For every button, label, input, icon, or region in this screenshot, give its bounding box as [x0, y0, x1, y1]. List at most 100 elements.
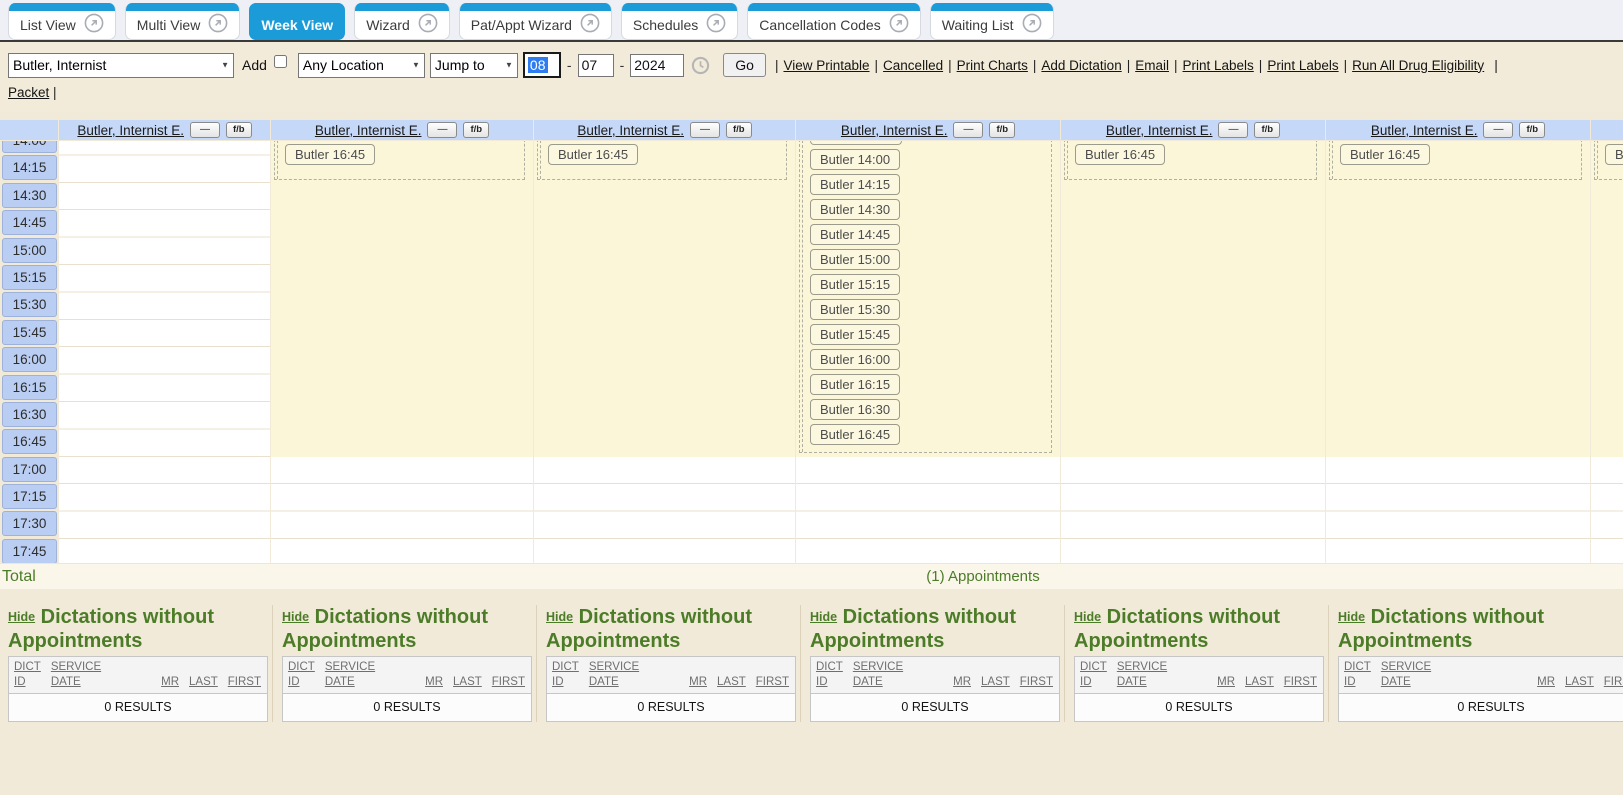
location-select[interactable]: Any Location: [298, 53, 425, 78]
time-slot-cell[interactable]: 14:30: [2, 183, 57, 208]
sort-mr-link[interactable]: MR: [1537, 675, 1555, 690]
add-checkbox[interactable]: [274, 55, 287, 68]
sort-first-link[interactable]: FIRST: [492, 675, 525, 690]
sort-first-link[interactable]: FIRST: [1284, 675, 1317, 690]
fb-button[interactable]: f/b: [463, 122, 489, 138]
sort-id-link[interactable]: ID: [1080, 675, 1107, 690]
time-slot-cell[interactable]: 14:00: [2, 141, 57, 153]
fb-button[interactable]: f/b: [226, 122, 252, 138]
fb-button[interactable]: f/b: [1254, 122, 1280, 138]
sort-id-link[interactable]: ID: [1344, 675, 1371, 690]
minimize-column-button[interactable]: —: [1218, 122, 1248, 138]
toolbar-link[interactable]: Print Labels: [1183, 58, 1254, 73]
sort-service-link[interactable]: SERVICE: [853, 660, 903, 675]
hide-link[interactable]: Hide: [282, 610, 309, 624]
time-slot-cell[interactable]: 16:15: [2, 375, 57, 400]
open-in-new-icon[interactable]: [889, 13, 909, 38]
clipped-slot-button[interactable]: [810, 141, 902, 145]
fb-button[interactable]: f/b: [1519, 122, 1545, 138]
go-button[interactable]: Go: [723, 53, 766, 77]
sort-service-link[interactable]: SERVICE: [1117, 660, 1167, 675]
sort-last-link[interactable]: LAST: [453, 675, 482, 690]
nav-tab[interactable]: Week View: [249, 3, 345, 40]
time-slot-cell[interactable]: 15:00: [2, 238, 57, 263]
sort-date-link[interactable]: DATE: [1117, 675, 1167, 690]
sort-date-link[interactable]: DATE: [853, 675, 903, 690]
nav-tab[interactable]: Multi View: [125, 3, 241, 40]
sort-mr-link[interactable]: MR: [161, 675, 179, 690]
appointment-slot-button[interactable]: Butler 14:45: [810, 224, 900, 245]
time-slot-cell[interactable]: 14:45: [2, 210, 57, 235]
sort-last-link[interactable]: LAST: [717, 675, 746, 690]
packet-link[interactable]: Packet: [8, 85, 49, 100]
sort-dict-link[interactable]: DICT: [552, 660, 579, 675]
provider-header-link[interactable]: Butler, Internist E.: [577, 123, 684, 138]
sort-date-link[interactable]: DATE: [1381, 675, 1431, 690]
clock-icon[interactable]: [689, 56, 712, 75]
sort-service-link[interactable]: SERVICE: [325, 660, 375, 675]
appointment-slot-button[interactable]: Butler 16:30: [810, 399, 900, 420]
appointment-slot-button[interactable]: Butler 16:45: [810, 424, 900, 445]
time-slot-cell[interactable]: 16:45: [2, 429, 57, 454]
toolbar-link[interactable]: Add Dictation: [1041, 58, 1121, 73]
sort-first-link[interactable]: FIRST: [1020, 675, 1053, 690]
provider-header-link[interactable]: Butler, Internist E.: [315, 123, 422, 138]
appointment-slot-button[interactable]: Butler 16:00: [810, 349, 900, 370]
sort-last-link[interactable]: LAST: [981, 675, 1010, 690]
open-in-new-icon[interactable]: [208, 13, 228, 38]
fb-button[interactable]: f/b: [726, 122, 752, 138]
appointment-slot-button[interactable]: Butler 14:00: [810, 149, 900, 170]
sort-service-link[interactable]: SERVICE: [51, 660, 101, 675]
time-slot-cell[interactable]: 17:00: [2, 457, 57, 482]
nav-tab[interactable]: Cancellation Codes: [747, 3, 920, 40]
sort-service-link[interactable]: SERVICE: [1381, 660, 1431, 675]
sort-dict-link[interactable]: DICT: [288, 660, 315, 675]
sort-mr-link[interactable]: MR: [1217, 675, 1235, 690]
time-slot-cell[interactable]: 16:30: [2, 402, 57, 427]
sort-id-link[interactable]: ID: [816, 675, 843, 690]
sort-last-link[interactable]: LAST: [1245, 675, 1274, 690]
toolbar-link[interactable]: Run All Drug Eligibility: [1352, 58, 1484, 73]
open-in-new-icon[interactable]: [1022, 13, 1042, 38]
sort-service-link[interactable]: SERVICE: [589, 660, 639, 675]
appointment-slot-button[interactable]: Butler 16:45: [1605, 144, 1623, 165]
sort-dict-link[interactable]: DICT: [1344, 660, 1371, 675]
time-slot-cell[interactable]: 14:15: [2, 155, 57, 180]
appointment-slot-button[interactable]: Butler 16:45: [285, 144, 375, 165]
time-slot-cell[interactable]: 16:00: [2, 347, 57, 372]
appointment-slot-button[interactable]: Butler 15:00: [810, 249, 900, 270]
sort-dict-link[interactable]: DICT: [14, 660, 41, 675]
provider-header-link[interactable]: Butler, Internist E.: [1371, 123, 1478, 138]
sort-last-link[interactable]: LAST: [189, 675, 218, 690]
date-day-field[interactable]: 07: [578, 54, 614, 77]
minimize-column-button[interactable]: —: [953, 122, 983, 138]
sort-dict-link[interactable]: DICT: [1080, 660, 1107, 675]
fb-button[interactable]: f/b: [989, 122, 1015, 138]
time-slot-cell[interactable]: 17:30: [2, 511, 57, 536]
toolbar-link[interactable]: Print Charts: [957, 58, 1028, 73]
open-in-new-icon[interactable]: [580, 13, 600, 38]
appointment-slot-button[interactable]: Butler 16:45: [1075, 144, 1165, 165]
hide-link[interactable]: Hide: [1338, 610, 1365, 624]
open-in-new-icon[interactable]: [84, 13, 104, 38]
sort-first-link[interactable]: FIRST: [228, 675, 261, 690]
hide-link[interactable]: Hide: [810, 610, 837, 624]
sort-id-link[interactable]: ID: [552, 675, 579, 690]
appointment-slot-button[interactable]: Butler 16:45: [548, 144, 638, 165]
appointment-slot-button[interactable]: Butler 15:45: [810, 324, 900, 345]
sort-first-link[interactable]: FIRST: [756, 675, 789, 690]
date-year-field[interactable]: 2024: [630, 54, 684, 77]
toolbar-link[interactable]: Print Labels: [1267, 58, 1338, 73]
sort-date-link[interactable]: DATE: [589, 675, 639, 690]
nav-tab[interactable]: Pat/Appt Wizard: [459, 3, 612, 40]
date-month-field[interactable]: 08: [523, 52, 561, 78]
time-slot-cell[interactable]: 15:15: [2, 265, 57, 290]
appointment-slot-button[interactable]: Butler 15:15: [810, 274, 900, 295]
toolbar-link[interactable]: Email: [1135, 58, 1169, 73]
nav-tab[interactable]: List View: [8, 3, 116, 40]
minimize-column-button[interactable]: —: [1483, 122, 1513, 138]
sort-first-link[interactable]: FIRST: [1604, 675, 1623, 690]
open-in-new-icon[interactable]: [706, 13, 726, 38]
appointment-slot-button[interactable]: Butler 16:45: [1340, 144, 1430, 165]
provider-header-link[interactable]: Butler, Internist E.: [77, 123, 184, 138]
